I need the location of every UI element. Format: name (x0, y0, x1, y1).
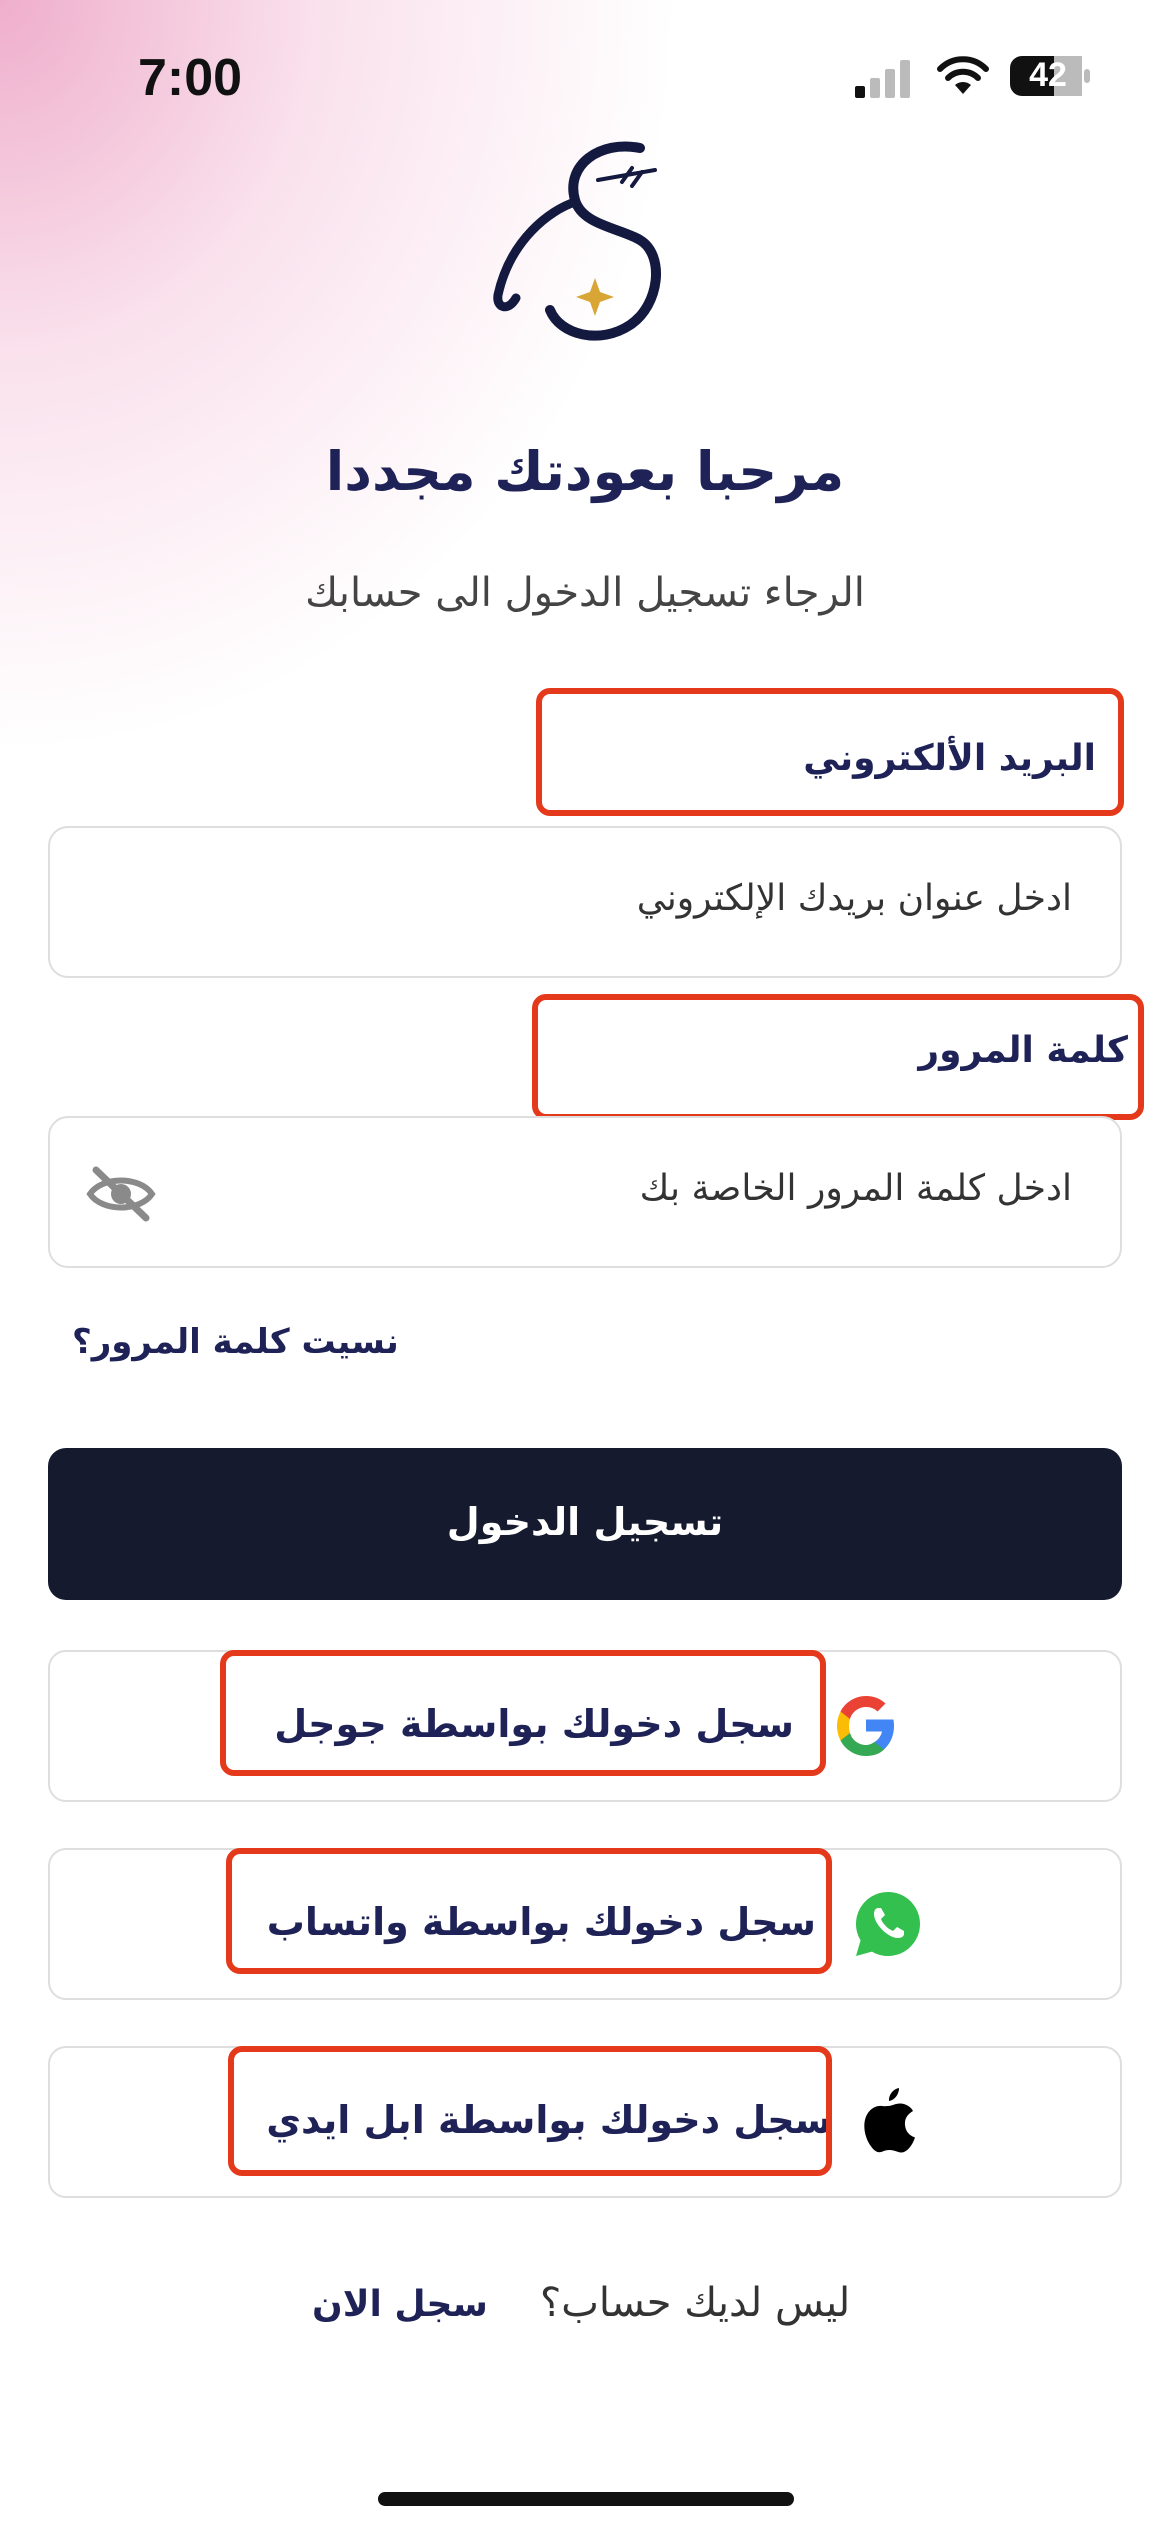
whatsapp-icon (856, 1892, 920, 1956)
signup-link[interactable]: سجل الان (312, 2284, 488, 2325)
wifi-icon (937, 56, 989, 94)
login-button[interactable]: تسجيل الدخول (48, 1448, 1122, 1600)
forgot-password-link[interactable]: نسيت كلمة المرور؟ (72, 1322, 399, 1362)
whatsapp-label-highlight (226, 1848, 832, 1974)
battery-level: 42 (1029, 56, 1067, 94)
password-field[interactable]: ادخل كلمة المرور الخاصة بك (48, 1116, 1122, 1268)
google-label-highlight (220, 1650, 826, 1776)
status-bar: 7:00 42 (0, 0, 1170, 150)
eye-off-icon[interactable] (86, 1164, 156, 1224)
no-account-text: ليس لديك حساب؟ (540, 2280, 851, 2326)
password-placeholder: ادخل كلمة المرور الخاصة بك (639, 1168, 1072, 1209)
page-subtitle: الرجاء تسجيل الدخول الى حسابك (305, 570, 865, 616)
email-field[interactable]: ادخل عنوان بريدك الإلكتروني (48, 826, 1122, 978)
logo (493, 141, 661, 341)
page-title: مرحبا بعودتك مجددا (325, 440, 845, 503)
apple-icon (864, 2088, 915, 2153)
apple-label-highlight (228, 2046, 832, 2176)
email-label: البريد الألكتروني (803, 738, 1096, 779)
email-placeholder: ادخل عنوان بريدك الإلكتروني (636, 878, 1072, 919)
status-time: 7:00 (138, 49, 243, 107)
password-label: كلمة المرور (918, 1030, 1128, 1071)
login-button-label: تسجيل الدخول (446, 1500, 724, 1544)
signal-icon (855, 60, 910, 98)
google-icon (837, 1696, 894, 1756)
home-indicator[interactable] (378, 2492, 794, 2506)
